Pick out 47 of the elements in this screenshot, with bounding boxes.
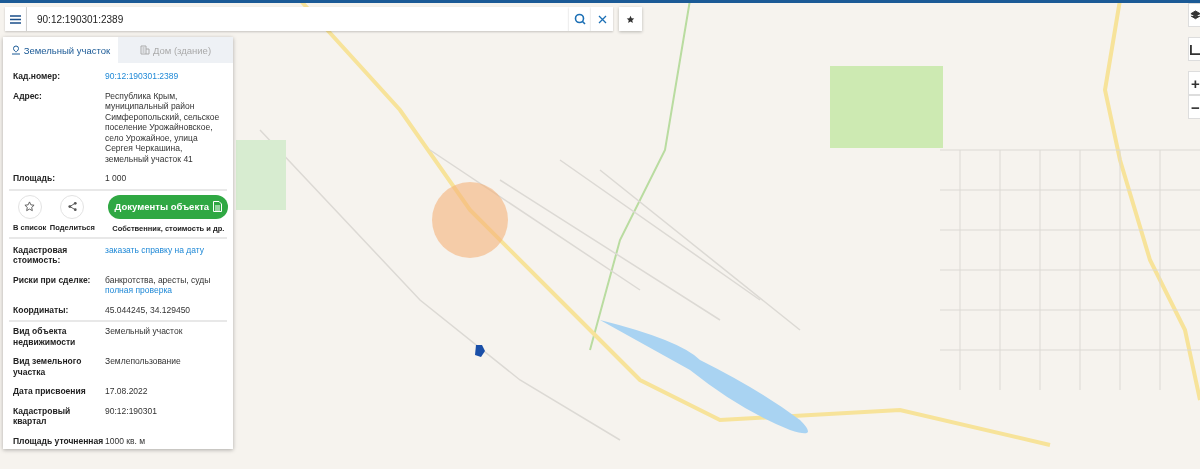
- field-value: 17.08.2022: [105, 386, 149, 397]
- field-value: 1 000: [105, 173, 128, 184]
- field-value: 1000 кв. м: [105, 435, 147, 446]
- layers-button[interactable]: [1188, 3, 1200, 27]
- field-value: Земельный участок: [105, 326, 184, 338]
- field-label: Площадь уточненная: [13, 435, 105, 446]
- ruler-icon: [1190, 43, 1200, 55]
- field-value: Республика Крым, муниципальный район Симферопольский, сельское поселение Урожайновское, село Урожайное, улица Сергея Черкашина, земельный участок 41: [105, 90, 221, 164]
- menu-button[interactable]: [5, 7, 27, 31]
- zoom-out-button[interactable]: −: [1188, 95, 1200, 119]
- field-value: 90:12:190301: [105, 405, 158, 418]
- documents-button[interactable]: Документы объекта: [108, 194, 229, 219]
- field-label: Вид объекта недвижимости: [13, 326, 77, 347]
- share-icon: [66, 201, 78, 212]
- zoom-in-button[interactable]: +: [1188, 71, 1200, 95]
- field-label: Кадастровая стоимость:: [13, 244, 69, 266]
- building-icon: [139, 45, 150, 55]
- star-icon: [24, 201, 36, 212]
- field-value: Землепользование: [105, 356, 182, 368]
- favorites-button[interactable]: [619, 7, 642, 31]
- field-value: банкротства, аресты, суды: [105, 274, 212, 285]
- tab[interactable]: Земельный участок: [3, 37, 118, 63]
- layers-icon: [1190, 9, 1200, 21]
- search-button[interactable]: [569, 7, 591, 31]
- field-label: Координаты:: [13, 304, 70, 315]
- add-to-list-button[interactable]: [17, 194, 42, 219]
- pin-icon: [10, 45, 21, 55]
- field-label: Дата присвоения: [13, 386, 87, 397]
- field-label: Кад.номер:: [13, 71, 62, 82]
- field-value: 45.044245, 34.129450: [105, 304, 192, 315]
- field-label: Адрес:: [13, 90, 43, 103]
- clear-button[interactable]: [591, 7, 613, 31]
- check-link[interactable]: полная проверка: [105, 285, 225, 296]
- share-button[interactable]: [60, 194, 85, 219]
- field-label: Вид земельного участка: [13, 356, 83, 377]
- menu-icon[interactable]: [10, 14, 21, 24]
- field-label: Риски при сделке:: [13, 274, 92, 287]
- check-link[interactable]: заказать справку на дату: [105, 244, 225, 255]
- cadastral-number-link[interactable]: 90:12:190301:2389: [105, 71, 225, 82]
- search-field[interactable]: 90:12:190301:2389: [27, 7, 569, 31]
- close-icon[interactable]: [597, 14, 607, 24]
- field-label: Площадь:: [13, 173, 57, 184]
- document-icon: [213, 201, 223, 212]
- star-icon: [626, 14, 635, 24]
- search-icon[interactable]: [574, 13, 586, 25]
- tab[interactable]: Дом (здание): [118, 37, 233, 63]
- field-label: Кадастровый квартал: [13, 405, 72, 427]
